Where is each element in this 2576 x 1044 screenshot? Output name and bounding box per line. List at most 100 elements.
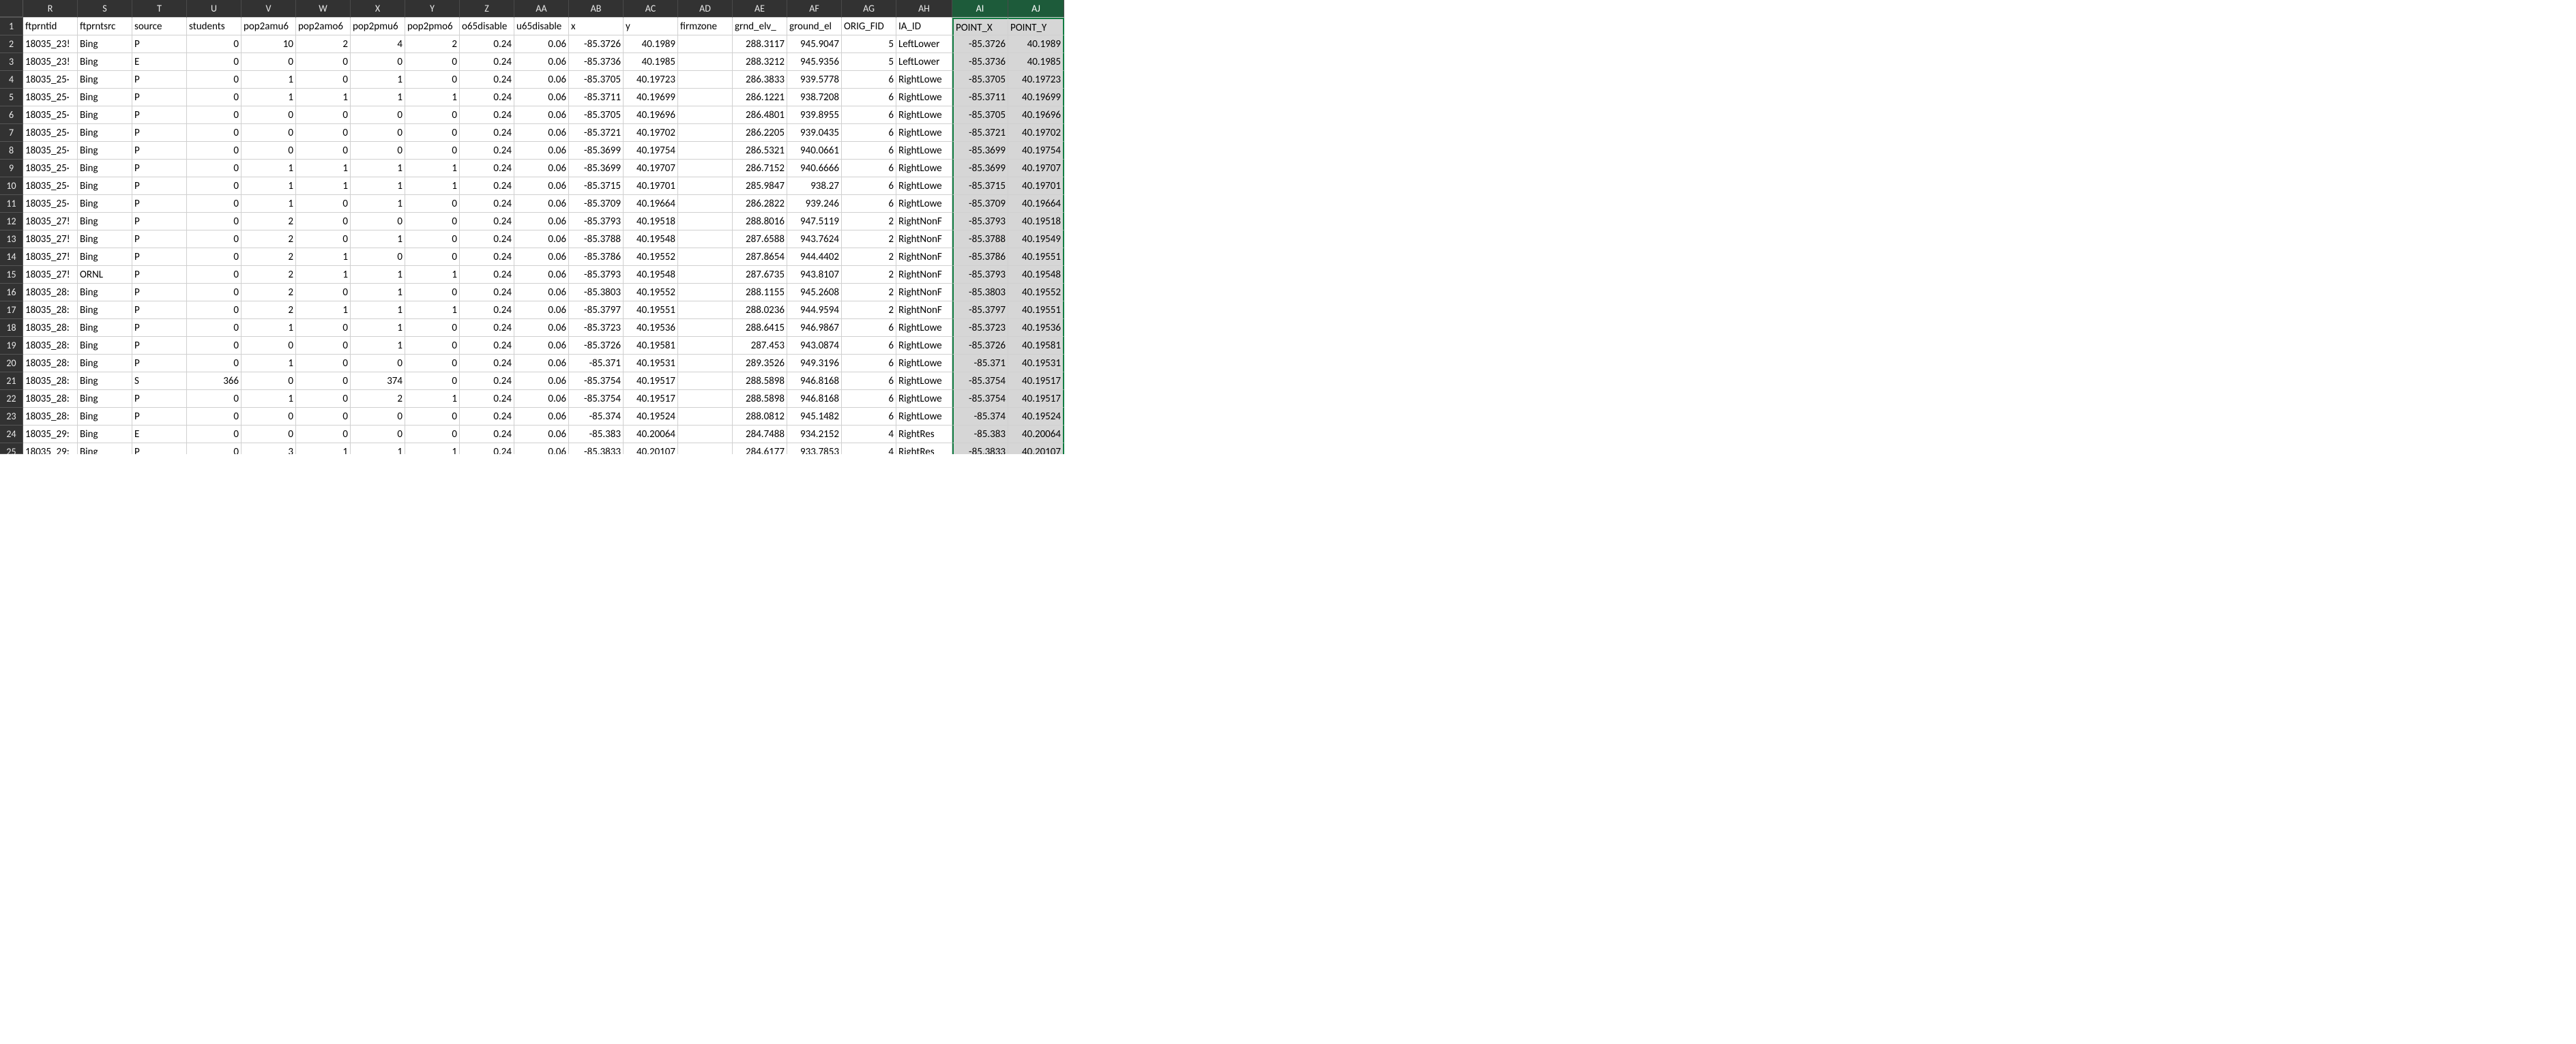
cell[interactable]: 18035_25· bbox=[23, 177, 78, 195]
cell[interactable]: 0 bbox=[405, 53, 460, 71]
cell[interactable]: 0.06 bbox=[514, 124, 569, 142]
header-cell-ftprntsrc[interactable]: ftprntsrc bbox=[78, 18, 132, 35]
row-header-10[interactable]: 10 bbox=[0, 177, 23, 195]
header-cell-o65disable[interactable]: o65disable bbox=[460, 18, 514, 35]
column-header-AI[interactable]: AI bbox=[952, 0, 1008, 18]
cell[interactable]: 4 bbox=[842, 443, 896, 454]
header-cell-ORIG_FID[interactable]: ORIG_FID bbox=[842, 18, 896, 35]
cell[interactable]: 1 bbox=[241, 177, 296, 195]
cell[interactable]: 1 bbox=[296, 248, 351, 266]
row-header-7[interactable]: 7 bbox=[0, 124, 23, 142]
cell[interactable]: 0.24 bbox=[460, 35, 514, 53]
cell[interactable]: 945.9356 bbox=[787, 53, 842, 71]
cell[interactable]: 18035_28: bbox=[23, 319, 78, 337]
cell[interactable]: 2 bbox=[405, 35, 460, 53]
cell[interactable]: 18035_27! bbox=[23, 248, 78, 266]
cell[interactable]: 0.06 bbox=[514, 106, 569, 124]
cell[interactable]: 0.24 bbox=[460, 248, 514, 266]
column-header-T[interactable]: T bbox=[132, 0, 187, 18]
cell[interactable]: RightLowe bbox=[896, 71, 952, 89]
cell[interactable] bbox=[678, 35, 733, 53]
cell[interactable]: 2 bbox=[241, 266, 296, 284]
cell[interactable]: 0.24 bbox=[460, 89, 514, 106]
cell[interactable]: 40.20107 bbox=[624, 443, 678, 454]
column-header-AF[interactable]: AF bbox=[787, 0, 842, 18]
cell[interactable]: 1 bbox=[241, 355, 296, 372]
cell[interactable]: -85.383 bbox=[569, 426, 624, 443]
cell[interactable]: 0 bbox=[187, 443, 241, 454]
cell[interactable]: 0.24 bbox=[460, 355, 514, 372]
cell[interactable]: 0 bbox=[296, 124, 351, 142]
header-cell-source[interactable]: source bbox=[132, 18, 187, 35]
cell[interactable]: 40.19754 bbox=[624, 142, 678, 160]
cell[interactable] bbox=[678, 337, 733, 355]
cell[interactable]: 40.19536 bbox=[1008, 319, 1064, 337]
cell[interactable]: -85.3721 bbox=[952, 124, 1008, 142]
cell[interactable]: 2 bbox=[842, 213, 896, 230]
cell[interactable]: 0 bbox=[187, 213, 241, 230]
cell[interactable]: 946.8168 bbox=[787, 372, 842, 390]
cell[interactable]: P bbox=[132, 213, 187, 230]
cell[interactable]: 40.20064 bbox=[624, 426, 678, 443]
cell[interactable]: 0 bbox=[187, 266, 241, 284]
column-header-X[interactable]: X bbox=[351, 0, 405, 18]
cell[interactable]: Bing bbox=[78, 284, 132, 301]
cell[interactable]: 18035_25· bbox=[23, 71, 78, 89]
cell[interactable]: -85.3715 bbox=[952, 177, 1008, 195]
cell[interactable]: 0 bbox=[296, 337, 351, 355]
cell[interactable]: P bbox=[132, 443, 187, 454]
cell[interactable]: 1 bbox=[351, 89, 405, 106]
cell[interactable]: RightLowe bbox=[896, 319, 952, 337]
cell[interactable]: 0 bbox=[187, 71, 241, 89]
cell[interactable]: 288.0236 bbox=[733, 301, 787, 319]
cell[interactable]: 0 bbox=[187, 160, 241, 177]
cell[interactable]: 0 bbox=[405, 319, 460, 337]
cell[interactable]: 0 bbox=[351, 106, 405, 124]
cell[interactable]: 40.19696 bbox=[624, 106, 678, 124]
cell[interactable]: 18035_28: bbox=[23, 301, 78, 319]
cell[interactable]: 0 bbox=[187, 301, 241, 319]
cell[interactable]: 287.6588 bbox=[733, 230, 787, 248]
cell[interactable]: 940.6666 bbox=[787, 160, 842, 177]
cell[interactable]: 40.19581 bbox=[624, 337, 678, 355]
cell[interactable]: 18035_28: bbox=[23, 390, 78, 408]
cell[interactable]: -85.374 bbox=[569, 408, 624, 426]
cell[interactable]: Bing bbox=[78, 177, 132, 195]
cell[interactable]: 18035_27! bbox=[23, 266, 78, 284]
cell[interactable]: Bing bbox=[78, 230, 132, 248]
cell[interactable]: P bbox=[132, 284, 187, 301]
cell[interactable]: 286.5321 bbox=[733, 142, 787, 160]
cell[interactable]: E bbox=[132, 53, 187, 71]
cell[interactable]: P bbox=[132, 301, 187, 319]
cell[interactable]: 6 bbox=[842, 124, 896, 142]
cell[interactable]: 939.246 bbox=[787, 195, 842, 213]
cell[interactable]: 2 bbox=[241, 230, 296, 248]
cell[interactable]: RightNonF bbox=[896, 284, 952, 301]
cell[interactable]: 18035_28: bbox=[23, 372, 78, 390]
cell[interactable]: 18035_28: bbox=[23, 408, 78, 426]
cell[interactable]: 0.24 bbox=[460, 195, 514, 213]
cell[interactable]: 289.3526 bbox=[733, 355, 787, 372]
cell[interactable]: 366 bbox=[187, 372, 241, 390]
cell[interactable]: 288.3212 bbox=[733, 53, 787, 71]
cell[interactable]: 0 bbox=[296, 284, 351, 301]
cell[interactable]: 6 bbox=[842, 160, 896, 177]
cell[interactable]: 0.06 bbox=[514, 195, 569, 213]
cell[interactable]: 40.19548 bbox=[1008, 266, 1064, 284]
cell[interactable]: 40.19548 bbox=[624, 230, 678, 248]
cell[interactable]: 938.27 bbox=[787, 177, 842, 195]
cell[interactable]: 40.20064 bbox=[1008, 426, 1064, 443]
cell[interactable]: -85.3793 bbox=[952, 213, 1008, 230]
cell[interactable]: 1 bbox=[351, 230, 405, 248]
cell[interactable]: 0.24 bbox=[460, 443, 514, 454]
cell[interactable]: RightNonF bbox=[896, 230, 952, 248]
cell[interactable]: 0 bbox=[296, 142, 351, 160]
cell[interactable]: Bing bbox=[78, 248, 132, 266]
cell[interactable]: 0 bbox=[405, 284, 460, 301]
cell[interactable] bbox=[678, 195, 733, 213]
cell[interactable]: 0 bbox=[187, 248, 241, 266]
cell[interactable]: 288.6415 bbox=[733, 319, 787, 337]
cell[interactable]: 0 bbox=[187, 230, 241, 248]
cell[interactable]: Bing bbox=[78, 195, 132, 213]
cell[interactable]: 40.19548 bbox=[624, 266, 678, 284]
